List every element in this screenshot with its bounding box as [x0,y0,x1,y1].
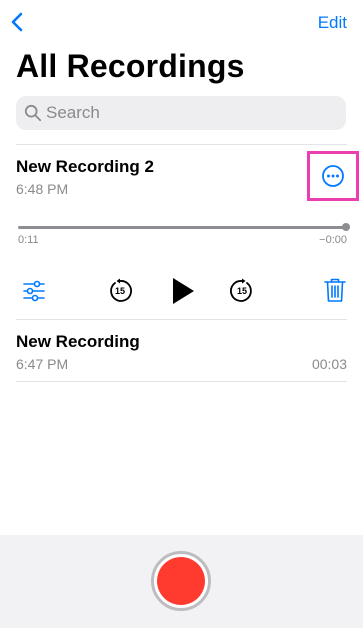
recording-name[interactable]: New Recording 2 [16,157,154,177]
scrubber-thumb[interactable] [342,223,350,231]
divider [16,144,347,145]
record-icon [157,557,205,605]
more-options-button[interactable] [307,151,359,201]
play-icon [173,278,194,304]
recording-duration: 00:03 [311,356,347,372]
trash-icon [324,278,346,302]
recording-time: 6:48 PM [16,181,69,197]
skip-back-button[interactable]: 15 [106,277,134,305]
ellipsis-circle-icon [322,165,344,187]
back-button[interactable] [6,10,30,34]
playback-scrubber[interactable] [18,226,346,229]
chevron-left-icon [11,12,23,32]
skip-forward-button[interactable]: 15 [228,277,256,305]
divider [16,381,347,382]
play-button[interactable] [168,276,198,306]
recording-time: 6:47 PM [16,356,69,372]
elapsed-time: 0:11 [18,234,39,246]
sliders-icon [23,280,45,302]
remaining-time: −0:00 [319,234,347,246]
recording-name[interactable]: New Recording [16,332,140,352]
edit-button[interactable]: Edit [318,13,347,33]
record-button[interactable] [151,551,211,611]
page-title: All Recordings [16,48,245,84]
skip-forward-seconds: 15 [236,286,247,296]
divider [16,319,347,320]
search-placeholder: Search [46,103,100,122]
skip-back-seconds: 15 [114,286,125,296]
search-field[interactable]: Search [16,96,346,130]
search-icon [24,104,42,122]
delete-button[interactable] [322,276,348,304]
edit-options-button[interactable] [20,277,48,305]
